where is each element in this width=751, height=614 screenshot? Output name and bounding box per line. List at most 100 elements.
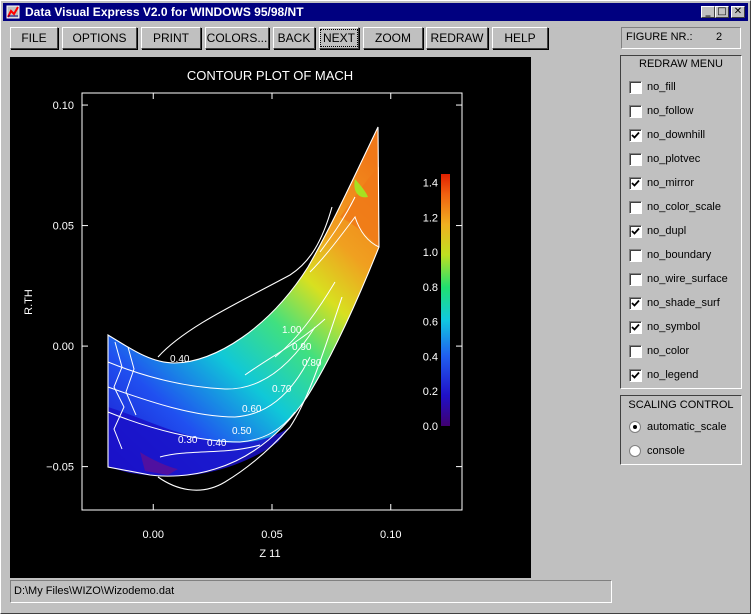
contour-label: 0.80: [302, 358, 322, 369]
contour-plot: CONTOUR PLOT OF MACH 0.00 0.05 0.10 0.10 0.0…: [23, 68, 463, 560]
help-button[interactable]: HELP: [492, 27, 548, 49]
redraw-button-label: REDRAW: [430, 31, 484, 45]
close-icon: ✕: [733, 6, 743, 17]
file-path-text: D:\My Files\WIZO\Wizodemo.dat: [14, 585, 175, 597]
help-button-label: HELP: [504, 31, 536, 45]
check-mark-icon: [631, 131, 640, 139]
checkbox-label: no_shade_surf: [647, 297, 720, 309]
checkbox-label: no_dupl: [647, 225, 687, 237]
y-tick-label: 0.00: [53, 341, 74, 353]
checkbox[interactable]: [629, 81, 642, 94]
checkbox-label: no_boundary: [647, 249, 712, 261]
scaling-control-title: SCALING CONTROL: [628, 399, 734, 411]
next-button[interactable]: NEXT: [319, 27, 359, 49]
checkbox-label: no_plotvec: [647, 153, 701, 165]
checkbox[interactable]: [629, 369, 642, 382]
x-tick-label: 0.00: [143, 529, 164, 541]
checkbox-label: no_follow: [647, 105, 694, 117]
window-title: Data Visual Express V2.0 for WINDOWS 95/…: [25, 5, 304, 19]
radio-label: console: [647, 445, 685, 457]
back-button-label: BACK: [277, 31, 311, 45]
options-button-label: OPTIONS: [72, 31, 127, 45]
figure-number-label: FIGURE NR.:: [626, 31, 693, 43]
check-mark-icon: [631, 299, 640, 307]
contour-label: 0.40: [207, 438, 227, 449]
color-bar-tick-label: 0.8: [423, 282, 438, 294]
figure-number-field: FIGURE NR.: 2: [621, 27, 741, 49]
contour-label: 1.00: [282, 325, 302, 336]
color-bar-tick-label: 0.4: [423, 351, 438, 363]
x-tick-label: 0.10: [380, 529, 401, 541]
colors-button[interactable]: COLORS...: [205, 27, 269, 49]
x-tick-label: 0.05: [261, 529, 282, 541]
color-bar-tick-label: 0.6: [423, 317, 438, 329]
checkbox[interactable]: [629, 201, 642, 214]
app-icon: [6, 5, 20, 19]
color-bar: [441, 174, 450, 426]
check-mark-icon: [631, 323, 640, 331]
checkbox-label: no_symbol: [647, 321, 701, 333]
x-axis-label: Z 11: [259, 548, 280, 560]
y-tick-label: −0.05: [46, 462, 74, 474]
plot-canvas: CONTOUR PLOT OF MACH 0.00 0.05 0.10 0.10 0.0…: [10, 57, 531, 578]
check-mark-icon: [631, 371, 640, 379]
radio-button[interactable]: [629, 445, 641, 457]
figure-number-value: 2: [716, 31, 723, 43]
status-bar: D:\My Files\WIZO\Wizodemo.dat: [10, 580, 612, 603]
close-button[interactable]: ✕: [731, 6, 745, 18]
minimize-icon: _: [705, 6, 711, 17]
y-tick-label: 0.10: [53, 100, 74, 112]
checkbox-label: no_downhill: [647, 129, 706, 141]
contour-label: 0.90: [292, 342, 312, 353]
checkbox[interactable]: [629, 129, 642, 142]
print-button[interactable]: PRINT: [141, 27, 201, 49]
axis-ticks: 0.00 0.05 0.10 0.10 0.05 0.00 −0.05: [46, 93, 462, 541]
application-window: Data Visual Express V2.0 for WINDOWS 95/…: [0, 0, 751, 614]
checkbox-label: no_mirror: [647, 177, 695, 189]
maximize-icon: □: [717, 6, 727, 17]
color-bar-tick-label: 1.0: [423, 247, 438, 259]
checkbox[interactable]: [629, 345, 642, 358]
contour-label: 0.30: [178, 435, 198, 446]
contour-label: 0.40: [170, 354, 190, 365]
contour-label: 0.70: [272, 384, 292, 395]
file-button-label: FILE: [21, 31, 47, 45]
file-button[interactable]: FILE: [10, 27, 58, 49]
maximize-button[interactable]: □: [715, 6, 729, 18]
checkbox[interactable]: [629, 297, 642, 310]
checkbox-label: no_color: [647, 345, 690, 357]
zoom-button-label: ZOOM: [375, 31, 411, 45]
minimize-button[interactable]: _: [701, 6, 715, 18]
back-button[interactable]: BACK: [273, 27, 315, 49]
y-axis-label: R.TH: [23, 289, 35, 315]
next-button-label: NEXT: [319, 29, 359, 47]
colors-button-label: COLORS...: [206, 31, 268, 45]
title-bar[interactable]: Data Visual Express V2.0 for WINDOWS 95/…: [3, 3, 748, 21]
checkbox[interactable]: [629, 225, 642, 238]
chart-title: CONTOUR PLOT OF MACH: [187, 68, 353, 83]
radio-label: automatic_scale: [647, 421, 727, 433]
checkbox[interactable]: [629, 177, 642, 190]
checkbox-label: no_wire_surface: [647, 273, 728, 285]
radio-button[interactable]: [629, 421, 641, 433]
checkbox[interactable]: [629, 273, 642, 286]
color-bar-tick-label: 1.4: [423, 178, 438, 190]
checkbox[interactable]: [629, 105, 642, 118]
contour-label: 0.60: [242, 404, 262, 415]
checkbox[interactable]: [629, 153, 642, 166]
checkbox[interactable]: [629, 249, 642, 262]
redraw-button[interactable]: REDRAW: [426, 27, 488, 49]
checkbox-label: no_color_scale: [647, 201, 721, 213]
contour-label: 0.50: [232, 426, 252, 437]
color-bar-tick-label: 1.2: [423, 212, 438, 224]
color-bar-tick-label: 0.0: [423, 421, 438, 433]
color-bar-tick-label: 0.2: [423, 386, 438, 398]
zoom-button[interactable]: ZOOM: [363, 27, 423, 49]
redraw-menu-title: REDRAW MENU: [639, 58, 723, 70]
checkbox-label: no_legend: [647, 369, 699, 381]
options-button[interactable]: OPTIONS: [62, 27, 137, 49]
checkbox[interactable]: [629, 321, 642, 334]
check-mark-icon: [631, 179, 640, 187]
radio-selected-dot: [633, 425, 637, 429]
color-bar-ticks: 1.4 1.2 1.0 0.8 0.6 0.4 0.2 0.0: [423, 178, 438, 433]
